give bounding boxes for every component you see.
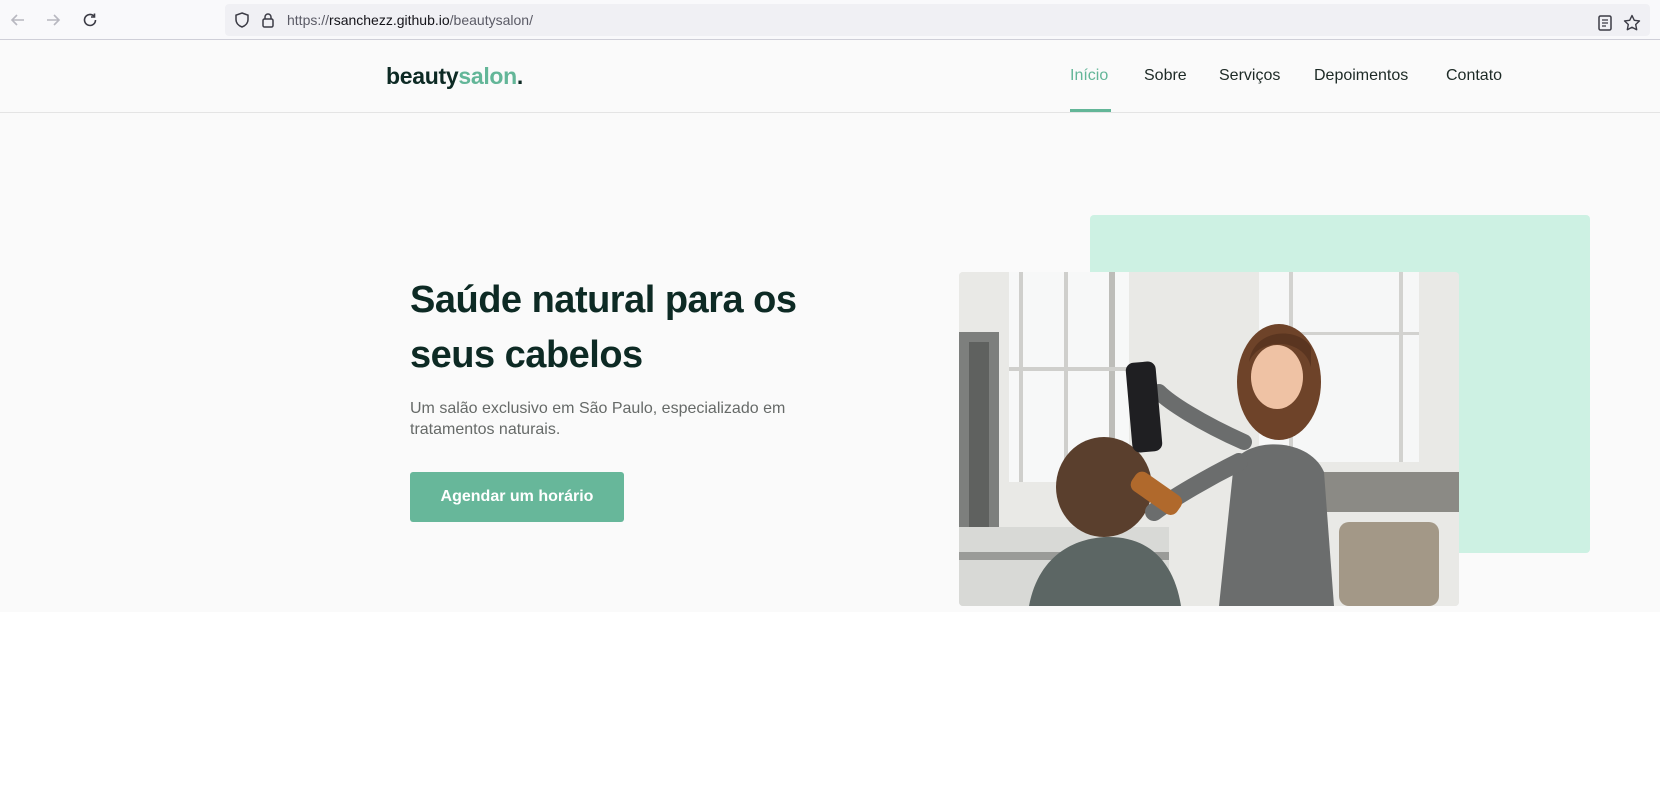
arrow-right-icon <box>47 14 61 26</box>
nav-item-sobre[interactable]: Sobre <box>1144 67 1187 85</box>
back-button[interactable] <box>7 9 29 31</box>
nav-item-contato[interactable]: Contato <box>1446 67 1502 85</box>
shield-icon[interactable] <box>233 11 251 29</box>
url-host: rsanchezz.github.io <box>329 12 450 28</box>
url-path: /beautysalon/ <box>449 12 533 28</box>
hero-subtitle: Um salão exclusivo em São Paulo, especia… <box>410 400 786 438</box>
reload-button[interactable] <box>79 9 101 31</box>
site-header: beautysalon. Início Sobre Serviços Depoi… <box>0 40 1660 113</box>
url-text[interactable]: https://rsanchezz.github.io/beautysalon/ <box>287 12 533 28</box>
browser-toolbar: https://rsanchezz.github.io/beautysalon/ <box>0 0 1660 40</box>
hero-title: Saúde natural para os seus cabelos <box>410 279 797 376</box>
bookmark-star-icon[interactable] <box>1622 13 1642 33</box>
address-bar[interactable]: https://rsanchezz.github.io/beautysalon/ <box>225 4 1650 36</box>
reload-icon <box>83 13 97 27</box>
reader-view-icon[interactable] <box>1595 13 1615 33</box>
nav-item-inicio[interactable]: Início <box>1070 67 1108 85</box>
main-nav: Início Sobre Serviços Depoimentos Contat… <box>0 40 1660 113</box>
active-nav-indicator <box>1070 109 1111 112</box>
hero-section: Saúde natural para os seus cabelos Um sa… <box>0 113 1660 612</box>
nav-item-depoimentos[interactable]: Depoimentos <box>1314 67 1408 85</box>
lock-icon[interactable] <box>259 11 277 29</box>
schedule-appointment-button[interactable]: Agendar um horário <box>410 472 624 522</box>
salon-photo-illustration <box>959 272 1459 606</box>
nav-item-servicos[interactable]: Serviços <box>1219 67 1280 85</box>
hero-photo <box>959 272 1459 606</box>
url-scheme: https:// <box>287 12 330 28</box>
arrow-left-icon <box>10 14 24 26</box>
forward-button[interactable] <box>42 9 64 31</box>
